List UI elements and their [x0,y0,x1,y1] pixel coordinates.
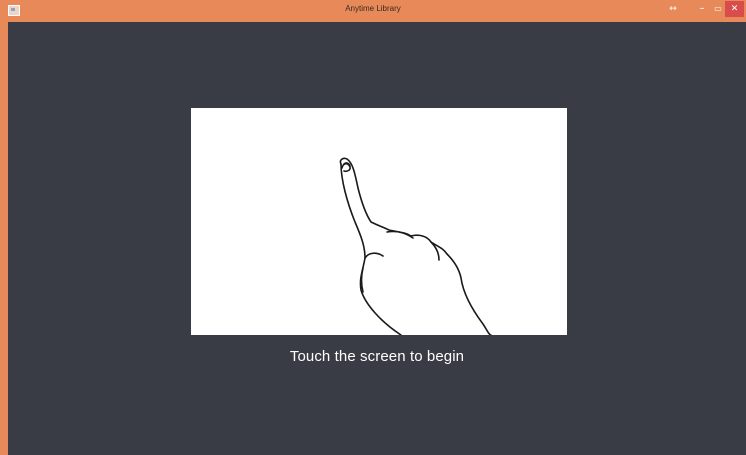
double-arrow-icon[interactable]: ↔ [664,1,682,17]
pointing-hand-illustration [191,108,567,335]
close-button[interactable]: ✕ [725,1,744,17]
maximize-button[interactable]: ▭ [710,1,726,17]
touch-screen-area[interactable]: Touch the screen to begin [8,22,746,455]
window-title: Anytime Library [345,4,401,13]
minimize-button[interactable]: – [694,1,710,17]
app-window: Anytime Library ↔ – ▭ ✕ Touch the screen… [0,0,746,455]
title-bar[interactable]: Anytime Library ↔ – ▭ ✕ [0,0,746,22]
start-prompt: Touch the screen to begin [289,348,465,365]
hand-pointing-icon [339,157,492,335]
